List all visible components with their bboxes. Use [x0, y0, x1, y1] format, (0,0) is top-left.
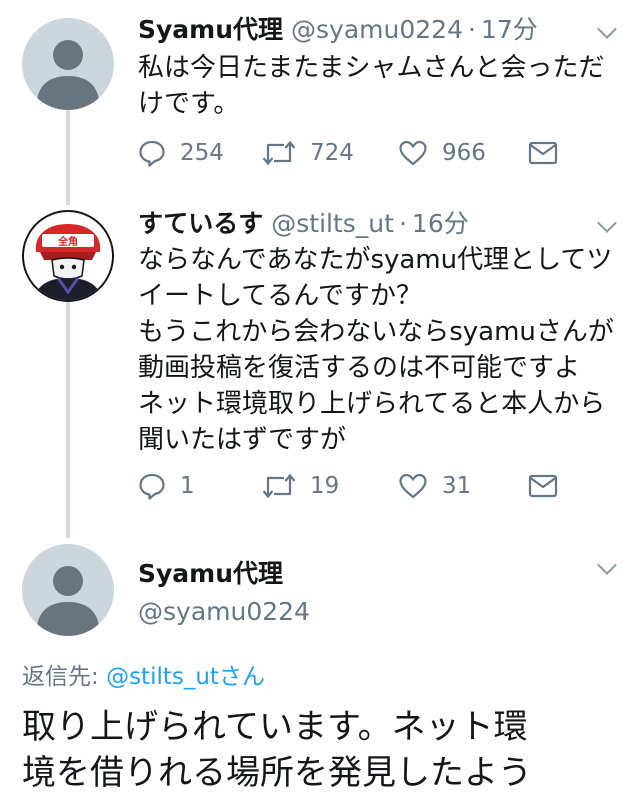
- tweet-text: 私は今日たまたまシャムさんと会っただ けです。: [138, 50, 604, 122]
- display-name[interactable]: Syamu代理: [138, 558, 283, 590]
- handle[interactable]: @syamu0224: [291, 14, 463, 46]
- reply-icon: [139, 473, 165, 500]
- reply-to: 返信先: @stilts_utさん: [22, 662, 265, 692]
- thread-line: [66, 300, 70, 538]
- tweet-text: 取り上げられています。ネット環 境を借りれる場所を発見したよう: [22, 704, 532, 796]
- reply-icon: [139, 140, 165, 167]
- like-count: 966: [442, 140, 486, 166]
- tweet-text: ならなんであなたがsyamu代理としてツ イートしてるんですか？ もうこれから会…: [138, 242, 614, 458]
- timestamp[interactable]: 16分: [412, 208, 469, 240]
- envelope-icon: [528, 141, 558, 165]
- direct-message-button[interactable]: [528, 466, 558, 506]
- direct-message-button[interactable]: [528, 133, 558, 173]
- chevron-down-icon[interactable]: [597, 555, 617, 575]
- retweet-button[interactable]: 19: [262, 466, 339, 506]
- display-name[interactable]: Syamu代理: [138, 14, 283, 46]
- display-name[interactable]: すているす: [138, 208, 263, 240]
- retweet-icon: [262, 473, 296, 499]
- reply-count: 1: [180, 473, 195, 499]
- like-button[interactable]: 31: [398, 466, 471, 506]
- avatar[interactable]: 全角: [22, 210, 114, 302]
- avatar-badge: 全角: [57, 235, 78, 248]
- tweet-actions: 254 724 966: [138, 133, 618, 173]
- chevron-down-icon[interactable]: [597, 19, 617, 39]
- reply-to-user-link[interactable]: @stilts_utさん: [106, 664, 265, 690]
- separator: ·: [398, 209, 407, 238]
- reply-button[interactable]: 1: [138, 466, 195, 506]
- heart-icon: [399, 140, 427, 166]
- timestamp[interactable]: 17分: [481, 14, 538, 46]
- retweet-button[interactable]: 724: [262, 133, 354, 173]
- tweet-text-line: 聞いたはずですが: [138, 425, 347, 455]
- tweet-header: すているす @stilts_ut · 16分: [138, 208, 469, 240]
- tweet-text-line: イートしてるんですか？: [138, 281, 422, 311]
- retweet-icon: [262, 140, 296, 166]
- handle[interactable]: @syamu0224: [138, 596, 310, 628]
- retweet-count: 724: [310, 140, 354, 166]
- tweet-text-line: 境を借りれる場所を発見したよう: [22, 753, 532, 793]
- like-count: 31: [442, 473, 472, 499]
- default-avatar-icon: [36, 566, 100, 636]
- avatar[interactable]: [22, 544, 114, 636]
- thread-line: [66, 110, 70, 205]
- avatar[interactable]: [22, 18, 114, 110]
- default-avatar-icon: [36, 40, 100, 110]
- timeline: Syamu代理 @syamu0224 · 17分 私は今日たまたまシャムさんと会…: [0, 0, 640, 805]
- tweet-text-line: 取り上げられています。ネット環: [22, 707, 528, 747]
- reply-button[interactable]: 254: [138, 133, 224, 173]
- tweet-text-line: もうこれから会わないならsyamuさんが: [138, 317, 614, 347]
- tweet-text-line: 私は今日たまたまシャムさんと会っただ: [138, 53, 605, 83]
- heart-icon: [399, 473, 427, 499]
- tweet-text-line: 動画投稿を復活するのは不可能ですよ: [138, 353, 581, 383]
- tweet-header: Syamu代理 @syamu0224 · 17分: [138, 14, 538, 46]
- tweet-text-line: ならなんであなたがsyamu代理としてツ: [138, 245, 613, 275]
- separator: ·: [468, 15, 476, 44]
- tweet-text-line: けです。: [138, 89, 240, 119]
- handle[interactable]: @stilts_ut: [271, 208, 394, 240]
- retweet-count: 19: [310, 473, 340, 499]
- chevron-down-icon[interactable]: [597, 213, 617, 233]
- character-avatar-icon: 全角: [34, 224, 102, 300]
- reply-to-label: 返信先:: [22, 664, 107, 690]
- like-button[interactable]: 966: [398, 133, 486, 173]
- reply-count: 254: [180, 140, 224, 166]
- tweet-text-line: ネット環境取り上げられてると本人から: [138, 389, 606, 419]
- tweet-actions: 1 19 31: [138, 466, 618, 506]
- envelope-icon: [528, 474, 558, 498]
